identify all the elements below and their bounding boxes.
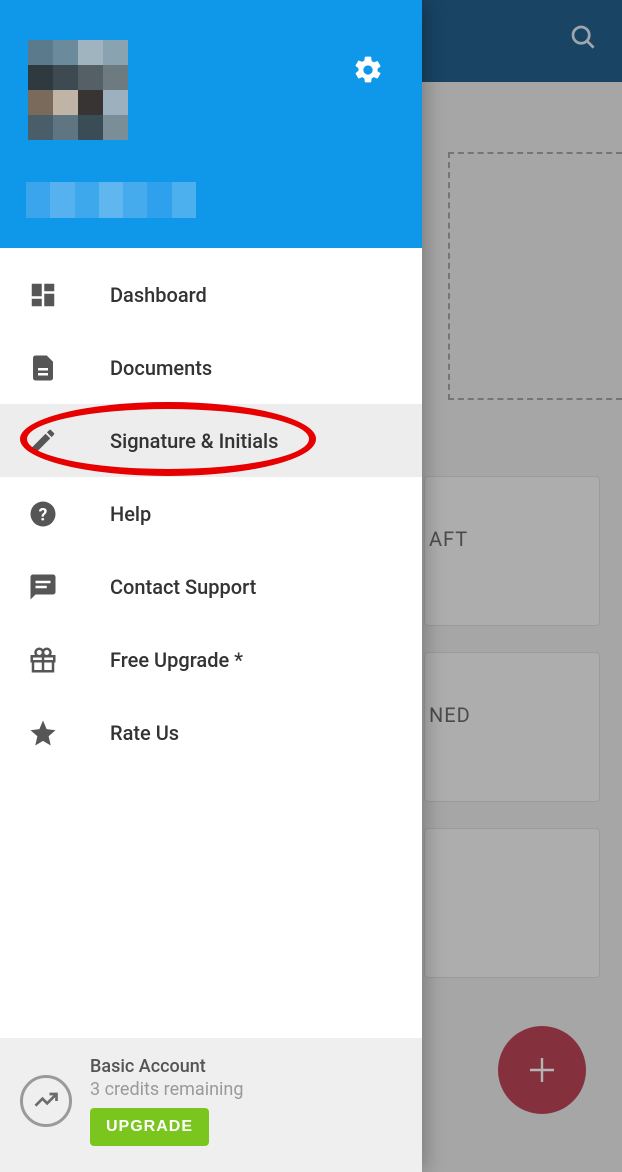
gift-icon (28, 645, 110, 675)
account-type-label: Basic Account (90, 1056, 402, 1077)
nav-item-upgrade[interactable]: Free Upgrade * (0, 623, 422, 696)
nav-item-label: Rate Us (110, 721, 179, 745)
drawer-nav: Dashboard Documents Signature & Initials… (0, 248, 422, 1038)
nav-item-label: Dashboard (110, 283, 207, 307)
nav-item-label: Contact Support (110, 575, 256, 599)
star-icon (28, 718, 110, 748)
nav-item-label: Free Upgrade * (110, 648, 243, 672)
help-icon: ? (28, 499, 110, 529)
credits-remaining-label: 3 credits remaining (90, 1079, 402, 1100)
trend-icon (20, 1075, 72, 1127)
nav-item-signature[interactable]: Signature & Initials (0, 404, 422, 477)
pencil-icon (28, 426, 110, 456)
gear-icon (352, 54, 384, 86)
username-redacted (26, 182, 196, 218)
chat-icon (28, 572, 110, 602)
document-icon (28, 353, 110, 383)
avatar[interactable] (28, 40, 128, 140)
nav-item-label: Help (110, 502, 151, 526)
nav-item-contact[interactable]: Contact Support (0, 550, 422, 623)
nav-item-rate[interactable]: Rate Us (0, 696, 422, 769)
nav-item-help[interactable]: ? Help (0, 477, 422, 550)
nav-item-dashboard[interactable]: Dashboard (0, 258, 422, 331)
dashboard-icon (28, 280, 110, 310)
drawer-header (0, 0, 422, 248)
drawer-footer: Basic Account 3 credits remaining UPGRAD… (0, 1038, 422, 1172)
nav-item-label: Signature & Initials (110, 429, 278, 453)
account-info: Basic Account 3 credits remaining UPGRAD… (90, 1056, 402, 1146)
settings-button[interactable] (352, 54, 384, 86)
upgrade-button[interactable]: UPGRADE (90, 1108, 209, 1146)
navigation-drawer: Dashboard Documents Signature & Initials… (0, 0, 422, 1172)
svg-text:?: ? (39, 505, 48, 525)
nav-item-label: Documents (110, 356, 212, 380)
nav-item-documents[interactable]: Documents (0, 331, 422, 404)
